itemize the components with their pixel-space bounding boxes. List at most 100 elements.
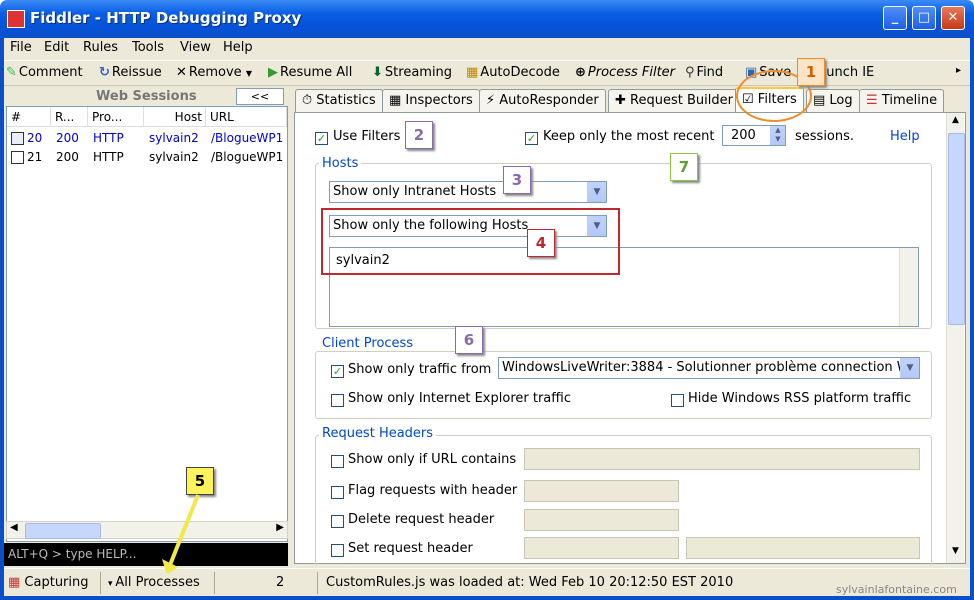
process-filter-status[interactable]: ▾ All Processes bbox=[108, 575, 200, 590]
hosts-group-title: Hosts bbox=[319, 156, 362, 171]
status-separator bbox=[100, 572, 101, 594]
scroll-thumb[interactable] bbox=[948, 133, 965, 325]
chevron-down-icon[interactable]: ▼ bbox=[900, 358, 919, 378]
scroll-right-icon[interactable]: ▶ bbox=[276, 522, 284, 533]
flag-header-checkbox[interactable] bbox=[331, 486, 344, 499]
textarea-scrollbar[interactable] bbox=[899, 248, 918, 326]
sessions-horizontal-scrollbar[interactable]: ◀ ▶ bbox=[6, 521, 288, 539]
keep-recent-spinner[interactable]: 200 ▲ ▼ bbox=[722, 125, 786, 146]
menu-edit[interactable]: Edit bbox=[44, 40, 69, 55]
tab-inspectors[interactable]: ▦ Inspectors bbox=[382, 89, 480, 113]
tab-autoresponder[interactable]: ⚡ AutoResponder bbox=[479, 89, 606, 113]
intranet-hosts-select[interactable]: Show only Intranet Hosts ▼ bbox=[329, 181, 607, 203]
column-header-host[interactable]: Host bbox=[144, 107, 206, 127]
help-link[interactable]: Help bbox=[890, 129, 920, 144]
table-row[interactable]: 21 200 HTTP sylvain2 /BlogueWP1 bbox=[7, 148, 287, 167]
capture-icon: ▦ bbox=[8, 575, 25, 590]
ie-only-label: Show only Internet Explorer traffic bbox=[348, 391, 571, 406]
show-traffic-from-label: Show only traffic from bbox=[348, 362, 492, 377]
keep-recent-checkbox[interactable]: ✓ bbox=[525, 132, 538, 145]
use-filters-label: Use Filters bbox=[333, 129, 401, 144]
play-icon: ▶ bbox=[268, 65, 278, 80]
menu-rules[interactable]: Rules bbox=[83, 40, 118, 55]
crosshair-icon: ⊕ bbox=[575, 65, 586, 80]
stopwatch-icon: ⏱ bbox=[302, 93, 317, 108]
set-header-name-input[interactable] bbox=[524, 537, 679, 559]
menu-help[interactable]: Help bbox=[223, 40, 253, 55]
status-separator bbox=[214, 572, 215, 594]
callout-5-arrow bbox=[162, 494, 200, 573]
resume-all-button[interactable]: ▶ Resume All bbox=[268, 65, 352, 80]
spinner-arrows-icon[interactable]: ▲ ▼ bbox=[770, 126, 785, 145]
quickexec-command-line[interactable]: ALT+Q > type HELP... bbox=[4, 543, 288, 566]
window-title: Fiddler - HTTP Debugging Proxy bbox=[30, 9, 302, 27]
tab-statistics[interactable]: ⏱ Statistics bbox=[295, 89, 383, 113]
delete-header-checkbox[interactable] bbox=[331, 515, 344, 528]
use-filters-checkbox[interactable]: ✓ bbox=[315, 132, 328, 145]
scroll-up-icon[interactable]: ▲ bbox=[948, 115, 963, 130]
process-filter-button[interactable]: ⊕ Process Filter bbox=[575, 65, 675, 80]
column-header-number[interactable]: # bbox=[7, 107, 51, 127]
delete-header-input[interactable] bbox=[524, 509, 679, 531]
toolbar-overflow-icon[interactable]: ▸ bbox=[956, 65, 961, 76]
hosts-highlight-box bbox=[321, 208, 620, 275]
callout-6: 6 bbox=[455, 326, 483, 354]
cell-result: 200 bbox=[56, 150, 79, 164]
scroll-left-icon[interactable]: ◀ bbox=[10, 522, 18, 533]
set-header-value-input[interactable] bbox=[686, 537, 920, 559]
comment-button[interactable]: ✎ Comment bbox=[6, 65, 83, 80]
url-contains-input[interactable] bbox=[524, 448, 920, 470]
menu-tools[interactable]: Tools bbox=[132, 40, 164, 55]
reissue-button[interactable]: ↻ Reissue bbox=[99, 65, 162, 80]
remove-button[interactable]: ✕ Remove ▼ bbox=[176, 65, 252, 80]
scroll-down-icon[interactable]: ▼ bbox=[948, 546, 963, 561]
tab-request-builder[interactable]: ✚ Request Builder bbox=[608, 89, 740, 113]
streaming-button[interactable]: ⬇ Streaming bbox=[372, 65, 452, 80]
url-contains-checkbox[interactable] bbox=[331, 455, 344, 468]
tab-log[interactable]: ▤ Log bbox=[806, 89, 860, 113]
maximize-button[interactable]: □ bbox=[912, 6, 936, 30]
scroll-thumb[interactable] bbox=[25, 523, 101, 539]
reissue-icon: ↻ bbox=[99, 65, 110, 80]
column-header-url[interactable]: URL bbox=[206, 107, 287, 127]
ie-only-checkbox[interactable] bbox=[331, 394, 344, 407]
capturing-status[interactable]: ▦ Capturing bbox=[8, 575, 89, 590]
cell-result: 200 bbox=[56, 131, 79, 145]
table-row[interactable]: 20 200 HTTP sylvain2 /BlogueWP1 bbox=[7, 129, 287, 148]
menu-view[interactable]: View bbox=[180, 40, 211, 55]
cell-protocol: HTTP bbox=[93, 131, 124, 145]
fiddler-app-icon bbox=[7, 10, 25, 28]
log-icon: ▤ bbox=[813, 93, 830, 108]
timeline-icon: ☰ bbox=[866, 93, 882, 108]
client-process-group-title: Client Process bbox=[319, 336, 417, 351]
sessions-list[interactable]: # R... Pro... Host URL 20 200 HTTP sylva… bbox=[6, 106, 288, 542]
chevron-down-icon[interactable]: ▼ bbox=[587, 182, 606, 202]
keep-recent-label: Keep only the most recent bbox=[543, 129, 715, 144]
close-button[interactable]: ✕ bbox=[941, 6, 965, 30]
minimize-button[interactable]: _ bbox=[883, 6, 907, 30]
set-header-label: Set request header bbox=[348, 541, 473, 556]
collapse-sessions-button[interactable]: << bbox=[236, 88, 284, 105]
script-icon bbox=[11, 151, 24, 164]
request-headers-group-title: Request Headers bbox=[319, 426, 437, 441]
cell-protocol: HTTP bbox=[93, 150, 124, 164]
hide-rss-checkbox[interactable] bbox=[671, 394, 684, 407]
show-traffic-from-checkbox[interactable]: ✓ bbox=[331, 365, 344, 378]
cell-url: /BlogueWP1 bbox=[211, 150, 284, 164]
autodecode-button[interactable]: ▦ AutoDecode bbox=[466, 65, 560, 80]
column-header-result[interactable]: R... bbox=[51, 107, 88, 127]
filters-vertical-scrollbar[interactable]: ▲ ▼ bbox=[946, 113, 965, 563]
watermark: sylvainlafontaine.com bbox=[836, 583, 957, 596]
menu-file[interactable]: File bbox=[10, 40, 32, 55]
set-header-checkbox[interactable] bbox=[331, 544, 344, 557]
find-button[interactable]: ⚲ Find bbox=[685, 65, 723, 80]
tab-timeline[interactable]: ☰ Timeline bbox=[859, 89, 945, 113]
column-header-protocol[interactable]: Pro... bbox=[88, 107, 144, 127]
chevron-down-icon: ▼ bbox=[245, 69, 252, 78]
toolbar: ✎ Comment ↻ Reissue ✕ Remove ▼ ▶ Resume All … bbox=[4, 60, 970, 86]
filters-panel: ✓ Use Filters ✓ Keep only the most recen… bbox=[294, 112, 966, 566]
comment-icon: ✎ bbox=[6, 65, 17, 80]
flag-header-input[interactable] bbox=[524, 480, 679, 502]
cell-url: /BlogueWP1 bbox=[211, 131, 284, 145]
process-select[interactable]: WindowsLiveWriter:3884 - Solutionner pro… bbox=[498, 357, 920, 379]
